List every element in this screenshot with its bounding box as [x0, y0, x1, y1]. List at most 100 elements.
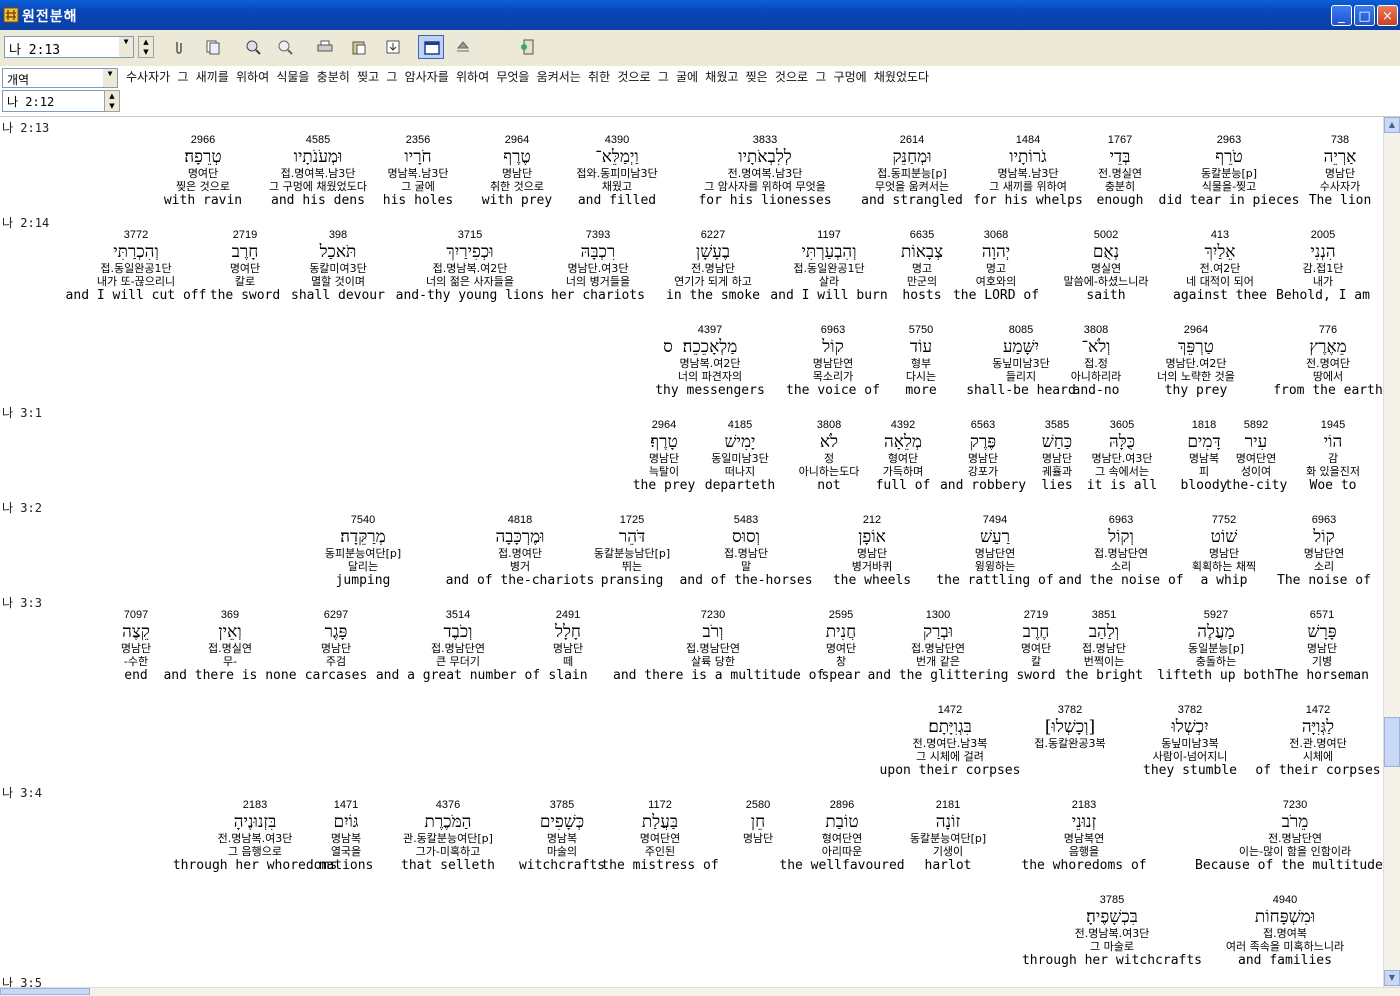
- strong-number: 7540: [350, 514, 376, 526]
- english-gloss: jumping: [335, 573, 391, 588]
- hebrew-word: מֵרֹב: [1281, 812, 1309, 832]
- parsing-code: 전.명남복.여3단: [217, 832, 293, 845]
- parsing-code: 명남단: [120, 642, 152, 655]
- english-gloss: with ravin: [163, 193, 243, 208]
- korean-gloss: 찢은 것으로: [175, 180, 231, 193]
- maximize-button[interactable]: □: [1354, 5, 1375, 26]
- minimize-button[interactable]: _: [1331, 5, 1352, 26]
- parsing-code: 전.명여단.남3복: [912, 737, 988, 750]
- strong-number: 2966: [190, 134, 216, 146]
- strong-number: 7230: [1282, 799, 1308, 811]
- zoom-in-button[interactable]: [240, 35, 266, 59]
- app-icon: [3, 7, 19, 23]
- verse-reference-label[interactable]: 나 3:5: [2, 974, 42, 987]
- strong-number: [568, 323, 768, 337]
- interlinear-word[interactable]: 3785 בִּכְשָׁפֶיהָ׃ 전.명남복.여3단 그 마술로 through …: [1012, 893, 1212, 969]
- export-icon: [386, 40, 400, 54]
- interlinear-word[interactable]: 7540 מְרַקֵּדָה׃ 동피분능여단[p] 달리는 jumping: [263, 513, 463, 589]
- exit-button[interactable]: [514, 35, 540, 59]
- english-gloss: the prey: [632, 478, 696, 493]
- print-button[interactable]: [312, 35, 338, 59]
- strong-number: 1472: [937, 704, 963, 716]
- strong-number: 7097: [123, 609, 149, 621]
- parsing-code: [568, 357, 768, 370]
- hebrew-word: טָרֶף׃: [650, 432, 678, 452]
- strong-number: 2964: [651, 419, 677, 431]
- paste-icon: [352, 41, 366, 55]
- interlinear-word[interactable]: 2183 בִּזְנוּנֶיהָ 전.명남복.여3단 그 음행으로 through …: [155, 798, 355, 874]
- attach-button[interactable]: [166, 35, 192, 59]
- scroll-up-icon[interactable]: ▲: [1384, 117, 1400, 133]
- verse-reference-label[interactable]: 나 2:13: [2, 119, 49, 136]
- english-gloss: [568, 383, 768, 399]
- interlinear-word[interactable]: 4940 וּמִשְׁפָּחוֹת 접.명여복 여러 족속을 미혹하느니라 and …: [1185, 893, 1383, 969]
- hscroll-thumb[interactable]: [0, 988, 90, 995]
- verse-reference-label[interactable]: 나 3:1: [2, 404, 42, 421]
- parsing-code: 접.명여복: [1263, 927, 1307, 940]
- hebrew-word: וּמִשְׁפָּחוֹת: [1254, 907, 1316, 927]
- version-value: 개역: [7, 73, 30, 87]
- attach-icon: [176, 42, 182, 54]
- korean-gloss: 이는-많이 함을 인함이라: [1238, 845, 1352, 858]
- reference-value: 나 2:13: [9, 43, 61, 58]
- scroll-thumb[interactable]: [1384, 717, 1400, 767]
- scroll-down-icon[interactable]: ▼: [1384, 970, 1400, 986]
- exit-icon: [521, 39, 534, 55]
- reference-combo[interactable]: 나 2:13 ▼: [4, 36, 134, 58]
- hebrew-word: בִּגְוִיָּתָם׃: [928, 717, 972, 737]
- english-gloss: and families: [1238, 953, 1332, 968]
- hebrew-word: וְהִכְרַתִּי: [113, 242, 159, 262]
- parsing-code: 전.명남단연: [1267, 832, 1323, 845]
- english-gloss: upon their corpses: [879, 763, 1021, 778]
- strong-number: 4940: [1272, 894, 1298, 906]
- verse-reference-label[interactable]: 나 3:2: [2, 499, 42, 516]
- parsing-code: 명여단: [187, 167, 219, 180]
- reference-spinner[interactable]: ▲ ▼: [138, 36, 154, 58]
- export-button[interactable]: [380, 35, 406, 59]
- korean-gloss: 그 마술로: [1090, 940, 1134, 953]
- interlinear-word[interactable]: 1472 בִּגְוִיָּתָם׃ 전.명여단.남3복 그 시체에 걸려 upon …: [850, 703, 1050, 779]
- verse-translation-text: 수사자가 그 새끼를 위하여 식물을 충분히 찢고 그 암사자를 위하여 무엇을…: [126, 70, 930, 84]
- version-combo[interactable]: 개역 ▼: [2, 68, 118, 88]
- vertical-scrollbar[interactable]: ▲ ▼: [1383, 117, 1400, 987]
- interlinear-word[interactable]: 3772 וְהִכְרַתִּי 접.동일완공1단 내가 또-끊으리니 and I w…: [36, 228, 236, 304]
- korean-gloss: 그 음행으로: [227, 845, 283, 858]
- print-icon: [317, 40, 333, 52]
- up-icon: [456, 41, 470, 52]
- title-bar: 원전분해 _ □ ×: [0, 0, 1400, 30]
- interlinear-word[interactable]: 2966 טְרֵפָה׃ 명여단 찢은 것으로 with ravin: [103, 133, 303, 209]
- chevron-down-icon[interactable]: ▼: [103, 69, 117, 87]
- korean-gloss: 여러 족속을 미혹하느니라: [1225, 940, 1345, 953]
- paste-button[interactable]: [346, 35, 372, 59]
- hebrew-word: קֵצֶה: [122, 622, 150, 642]
- verse-reference-label[interactable]: 나 3:4: [2, 784, 42, 801]
- korean-gloss: 그 시체에 걸려: [916, 750, 984, 763]
- window-toggle-button[interactable]: [418, 35, 444, 59]
- interlinear-word[interactable]: 7097 קֵצֶה 명남단 -수한 end: [36, 608, 236, 684]
- hebrew-word: בִּזְנוּנֶיהָ: [233, 812, 277, 832]
- zoom-out-icon: [278, 40, 293, 55]
- zoom-in-icon: [246, 40, 261, 55]
- copy-icon: [206, 40, 220, 55]
- parsing-code: 동피분능여단[p]: [324, 547, 402, 560]
- up-button[interactable]: [450, 35, 476, 59]
- close-button[interactable]: ×: [1377, 5, 1398, 26]
- copy-button[interactable]: [200, 35, 226, 59]
- interlinear-word[interactable]: ס: [568, 323, 768, 399]
- chevron-down-icon[interactable]: ▼: [119, 37, 133, 57]
- interlinear-word[interactable]: 2964 טָרֶף׃ 명남단 늑탈이 the prey: [564, 418, 764, 494]
- korean-gloss: [568, 370, 768, 383]
- prev-reference-field[interactable]: 나 2:12: [2, 90, 106, 112]
- hebrew-word: מְרַקֵּדָה׃: [340, 527, 386, 547]
- interlinear-word[interactable]: 7230 מֵרֹב 전.명남단연 이는-많이 함을 인함이라 Because of t…: [1195, 798, 1383, 874]
- zoom-out-button[interactable]: [272, 35, 298, 59]
- prev-reference-value: 나 2:12: [7, 95, 55, 109]
- hebrew-word: בִּכְשָׁפֶיהָ׃: [1086, 907, 1138, 927]
- hebrew-word: טְרֵפָה׃: [184, 147, 222, 167]
- prev-reference-spinner[interactable]: ▲ ▼: [104, 90, 120, 112]
- english-gloss: and I will cut off: [65, 288, 207, 303]
- parsing-code: 접.동일완공1단: [100, 262, 172, 275]
- korean-gloss: -수한: [123, 655, 149, 668]
- korean-gloss: 늑탈이: [648, 465, 680, 478]
- parsing-code: 전.명남복.여3단: [1074, 927, 1150, 940]
